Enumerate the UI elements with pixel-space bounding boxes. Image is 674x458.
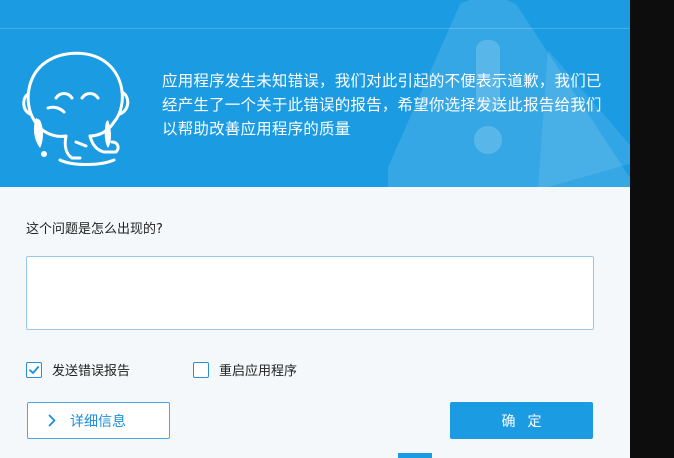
restart-app-option[interactable]: 重启应用程序	[193, 360, 297, 379]
restart-app-checkbox[interactable]	[193, 361, 209, 378]
details-label: 详细信息	[70, 413, 126, 430]
description-input[interactable]	[26, 256, 594, 330]
restart-app-label: 重启应用程序	[219, 364, 298, 379]
question-label: 这个问题是怎么出现的?	[26, 222, 163, 237]
send-report-checkbox[interactable]	[26, 361, 42, 378]
error-report-dialog: 应用程序发生未知错误，我们对此引起的不便表示道歉，我们已经产生了一个关于此错误的…	[0, 0, 630, 458]
error-message: 应用程序发生未知错误，我们对此引起的不便表示道歉，我们已经产生了一个关于此错误的…	[162, 72, 602, 138]
ok-button[interactable]: 确定	[450, 402, 593, 439]
crying-mascot-icon	[22, 51, 130, 166]
send-report-label: 发送错误报告	[52, 364, 131, 379]
dialog-header: 应用程序发生未知错误，我们对此引起的不便表示道歉，我们已经产生了一个关于此错误的…	[0, 0, 630, 187]
details-button[interactable]: 详细信息	[27, 402, 170, 439]
checkmark-icon	[29, 365, 40, 374]
taskbar-indicator	[398, 453, 432, 458]
send-report-option[interactable]: 发送错误报告	[26, 360, 130, 379]
chevron-right-icon	[48, 414, 56, 427]
